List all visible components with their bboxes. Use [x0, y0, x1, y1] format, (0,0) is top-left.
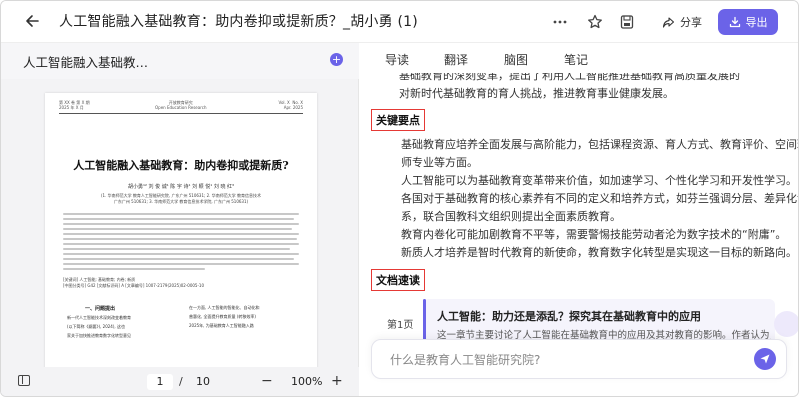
paper-section-heading: 一、问题提出: [85, 306, 116, 312]
page-separator: /: [179, 375, 183, 388]
send-icon: [760, 354, 770, 364]
sidebar-toggle-icon[interactable]: [18, 375, 30, 386]
tab-notes[interactable]: 笔记: [564, 51, 588, 68]
card-title: 人工智能：助力还是添乱？探究其在基础教育中的应用: [437, 310, 701, 323]
speed-read-heading: 文档速读: [371, 269, 425, 291]
key-point: 系，联合国教科文组织则提出全面素质教育。: [401, 210, 621, 223]
key-point: 人工智能可以为基础教育变革带来价值，如加速学习、个性化学习和开发性学习。: [401, 174, 797, 187]
zoom-out-button[interactable]: −: [261, 372, 273, 390]
paper-header: 第 XX 卷 第 X 期 2025 年 X 月 开放教育研究 Open Educ…: [59, 100, 303, 114]
add-button[interactable]: +: [330, 53, 343, 66]
paper-text-line: 新一代人工智能技术深刻改变着教育: [67, 315, 131, 320]
tab-guide[interactable]: 导读: [385, 51, 409, 68]
total-pages: 10: [196, 375, 210, 388]
send-button[interactable]: [754, 348, 776, 370]
chat-input[interactable]: [390, 350, 730, 370]
export-button[interactable]: 导出: [718, 9, 778, 35]
paper-header-right: Vol. X No. X Apr. 2025: [278, 100, 303, 110]
key-point: 教育内卷化可能加剧教育不平等，需要警惕技能劳动者沦为数字技术的“附庸”。: [401, 228, 787, 241]
page-toolbar: 1 / 10 − 100% +: [1, 367, 359, 396]
summary-line: 对新时代基础教育的育人挑战，推进教育事业健康发展。: [399, 87, 674, 100]
tab-translate[interactable]: 翻译: [444, 51, 468, 68]
paper-column-left: 一、问题提出 新一代人工智能技术深刻改变着教育 (以下简称《纲要》), 2024…: [63, 305, 175, 342]
key-point: 新质人才培养是智时代教育的新使命，教育数字化转型是实现这一目标的新路向。: [401, 246, 797, 259]
download-icon: [729, 16, 740, 28]
zoom-in-button[interactable]: +: [331, 372, 343, 390]
key-point: 师专业等方面。: [401, 156, 478, 169]
summary-line: 基础教育的深刻变革，提出了利用人工智能推进基础教育高质量发展的: [399, 73, 740, 82]
paper-column-right: 在一方面, 人工智能的智能化、自动化和 普惠化, 全面提升教育质量 (转移效率)…: [187, 305, 299, 332]
arrow-left-icon[interactable]: [23, 12, 43, 32]
paper-class-line: [中图分类号] G42 [文献标识码] A [文章编号] 1007-2179(2…: [63, 283, 204, 288]
assistant-tabs: 导读 翻译 脑图 笔记: [359, 43, 798, 73]
key-point: 基础教育应培养全面发展与高阶能力，包括课程资源、育人方式、教育评价、空间环境和教: [401, 138, 799, 151]
paper-affiliation-line: 广东广州 510631; 3. 华南师范大学 教育信息技术学院, 广东广州 51…: [113, 199, 249, 204]
pdf-page: 第 XX 卷 第 X 期 2025 年 X 月 开放教育研究 Open Educ…: [45, 93, 317, 369]
document-title: 人工智能融入基础教育：助内卷抑或提新质？_胡小勇 (1): [59, 14, 418, 30]
chat-input-bar: [371, 339, 787, 379]
paper-authors: 胡小勇¹² 刘 俊 诚¹ 陈 宇 诗¹ 刘 颖 悦¹ 刘 晓 红³: [127, 184, 235, 190]
paper-text-line: 普惠化, 全面提升教育质量 (转移效率): [189, 314, 256, 319]
viewer-doc-title[interactable]: 人工智能融入基础教…: [23, 52, 148, 71]
paper-abstract: [63, 213, 299, 273]
guide-content: 基础教育的深刻变革，提出了利用人工智能推进基础教育高质量发展的 对新时代基础教育…: [359, 73, 799, 373]
key-point: 各国对于基础教育的核心素养有不同的定义和培养方式，如芬兰强调分层、差异化课程体: [401, 192, 799, 205]
paper-affiliation: (1. 华南师范大学 教育人工智能研究院, 广东广州 510631; 2. 华南…: [75, 193, 287, 205]
export-label: 导出: [745, 16, 768, 29]
summary-text: 基础教育的深刻变革，提出了利用人工智能推进基础教育高质量发展的 对新时代基础教育…: [399, 73, 769, 103]
top-bar: 人工智能融入基础教育：助内卷抑或提新质？_胡小勇 (1) 分享 导出: [1, 1, 798, 43]
share-button[interactable]: 分享: [652, 10, 712, 34]
paper-header-left: 第 XX 卷 第 X 期 2025 年 X 月: [59, 100, 90, 110]
tab-mindmap[interactable]: 脑图: [504, 51, 528, 68]
paper-text-line: 在一方面, 人工智能的智能化、自动化和: [189, 305, 260, 310]
share-icon: [662, 16, 675, 28]
save-icon[interactable]: [618, 13, 636, 31]
assistant-panel: 导读 翻译 脑图 笔记 基础教育的深刻变革，提出了利用人工智能推进基础教育高质量…: [359, 43, 799, 396]
paper-text-line: (以下简称《纲要》), 2024), 这也: [67, 324, 125, 329]
document-viewer: 人工智能融入基础教… + 第 XX 卷 第 X 期 2025 年 X 月 开放教…: [1, 43, 359, 396]
zoom-level[interactable]: 100%: [291, 374, 322, 390]
paper-header-center: 开放教育研究 Open Education Research: [155, 100, 207, 110]
more-icon[interactable]: [551, 13, 569, 31]
key-points-heading: 关键要点: [371, 109, 425, 131]
page-number-label: 第1页: [387, 320, 414, 331]
share-label: 分享: [680, 16, 702, 29]
key-points-list: 基础教育应培养全面发展与高阶能力，包括课程资源、育人方式、教育评价、空间环境和教…: [401, 136, 799, 262]
app-window: 人工智能融入基础教育：助内卷抑或提新质？_胡小勇 (1) 分享 导出 人工智能融…: [0, 0, 799, 397]
paper-keywords: [关键词] 人工智能; 基础教育; 内卷; 新质 [中图分类号] G42 [文献…: [63, 277, 299, 289]
paper-header-rule: [59, 113, 303, 114]
paper-title: 人工智能融入基础教育：助内卷抑或提新质?: [73, 159, 289, 172]
star-icon[interactable]: [586, 13, 604, 31]
current-page-input[interactable]: 1: [147, 374, 173, 390]
paper-text-line: 2025年, 为基础教育人工智能融入路: [189, 323, 254, 328]
viewer-header: 人工智能融入基础教… +: [1, 43, 359, 79]
paper-text-line: 家关于加快推进教育数字化转型意见: [67, 333, 131, 338]
assistant-avatar-icon[interactable]: [774, 311, 798, 337]
